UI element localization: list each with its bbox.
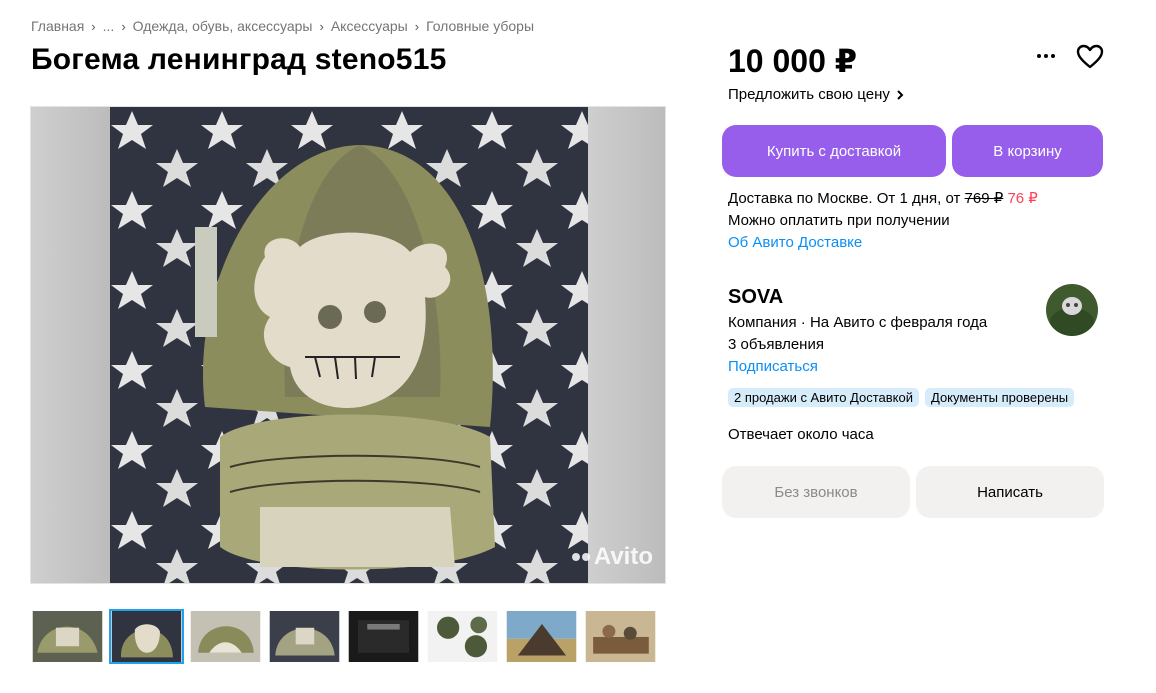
thumbnail-3[interactable] (188, 609, 263, 664)
avito-watermark: Avito (571, 543, 653, 571)
page-title: Богема ленинград steno515 (31, 43, 447, 76)
thumbnail-8[interactable] (583, 609, 658, 664)
thumbnail-6[interactable] (425, 609, 500, 664)
seller-avatar[interactable] (1046, 284, 1098, 336)
add-to-cart-button[interactable]: В корзину (952, 125, 1103, 177)
main-photo-viewer[interactable]: Avito (30, 106, 666, 584)
thumbnail-strip (30, 609, 658, 664)
badge-delivery-sales: 2 продажи с Авито Доставкой (728, 388, 919, 407)
breadcrumb-item-accessories[interactable]: Аксессуары (331, 18, 408, 34)
watermark-text: Avito (593, 543, 653, 570)
delivery-old-price: 769 ₽ (964, 190, 1004, 207)
about-avito-delivery-link[interactable]: Об Авито Доставке (728, 234, 862, 251)
pay-on-receipt: Можно оплатить при получении (728, 212, 950, 229)
reply-time: Отвечает около часа (728, 426, 874, 443)
breadcrumb-item-clothing[interactable]: Одежда, обувь, аксессуары (133, 18, 313, 34)
buy-with-delivery-button[interactable]: Купить с доставкой (722, 125, 946, 177)
seller-company-info: Компания · На Авито с февраля года (728, 314, 988, 331)
photo-blur-right (586, 107, 665, 583)
seller-meta: Компания · На Авито с февраля года 3 объ… (728, 312, 987, 378)
thumbnail-4[interactable] (267, 609, 342, 664)
product-photo[interactable] (110, 107, 588, 584)
write-message-button[interactable]: Написать (916, 466, 1104, 518)
breadcrumb-separator: › (319, 18, 324, 34)
thumbnail-2[interactable] (109, 609, 184, 664)
chevron-right-icon (897, 89, 904, 100)
more-options-icon[interactable] (1034, 44, 1058, 68)
breadcrumb-separator: › (91, 18, 96, 34)
photo-blur-left (31, 107, 110, 583)
delivery-new-price: 76 ₽ (1007, 190, 1038, 207)
breadcrumb-item-home[interactable]: Главная (31, 18, 84, 34)
breadcrumb: Главная › ... › Одежда, обувь, аксессуар… (31, 18, 534, 34)
favorite-heart-icon[interactable] (1076, 44, 1104, 70)
breadcrumb-item-ellipsis[interactable]: ... (103, 18, 115, 34)
seller-name[interactable]: SOVA (728, 286, 783, 309)
thumbnail-5[interactable] (346, 609, 421, 664)
seller-listings-count[interactable]: 3 объявления (728, 334, 987, 356)
offer-price-label: Предложить свою цену (728, 86, 890, 103)
breadcrumb-separator: › (414, 18, 420, 34)
avito-logo-icon (571, 553, 590, 561)
thumbnail-1[interactable] (30, 609, 105, 664)
breadcrumb-item-headwear[interactable]: Головные уборы (426, 18, 534, 34)
delivery-line: Доставка по Москве. От 1 дня, от 769 ₽ 7… (728, 188, 1038, 210)
subscribe-link[interactable]: Подписаться (728, 358, 818, 375)
badge-documents-verified: Документы проверены (925, 388, 1075, 407)
offer-price-link[interactable]: Предложить свою цену (728, 86, 904, 103)
breadcrumb-separator: › (121, 18, 126, 34)
delivery-text: Доставка по Москве. От 1 дня, от (728, 190, 965, 207)
no-calls-button[interactable]: Без звонков (722, 466, 910, 518)
delivery-info: Доставка по Москве. От 1 дня, от 769 ₽ 7… (728, 188, 1038, 254)
price: 10 000 ₽ (728, 43, 858, 79)
thumbnail-7[interactable] (504, 609, 579, 664)
seller-badges: 2 продажи с Авито Доставкой Документы пр… (728, 388, 1075, 407)
